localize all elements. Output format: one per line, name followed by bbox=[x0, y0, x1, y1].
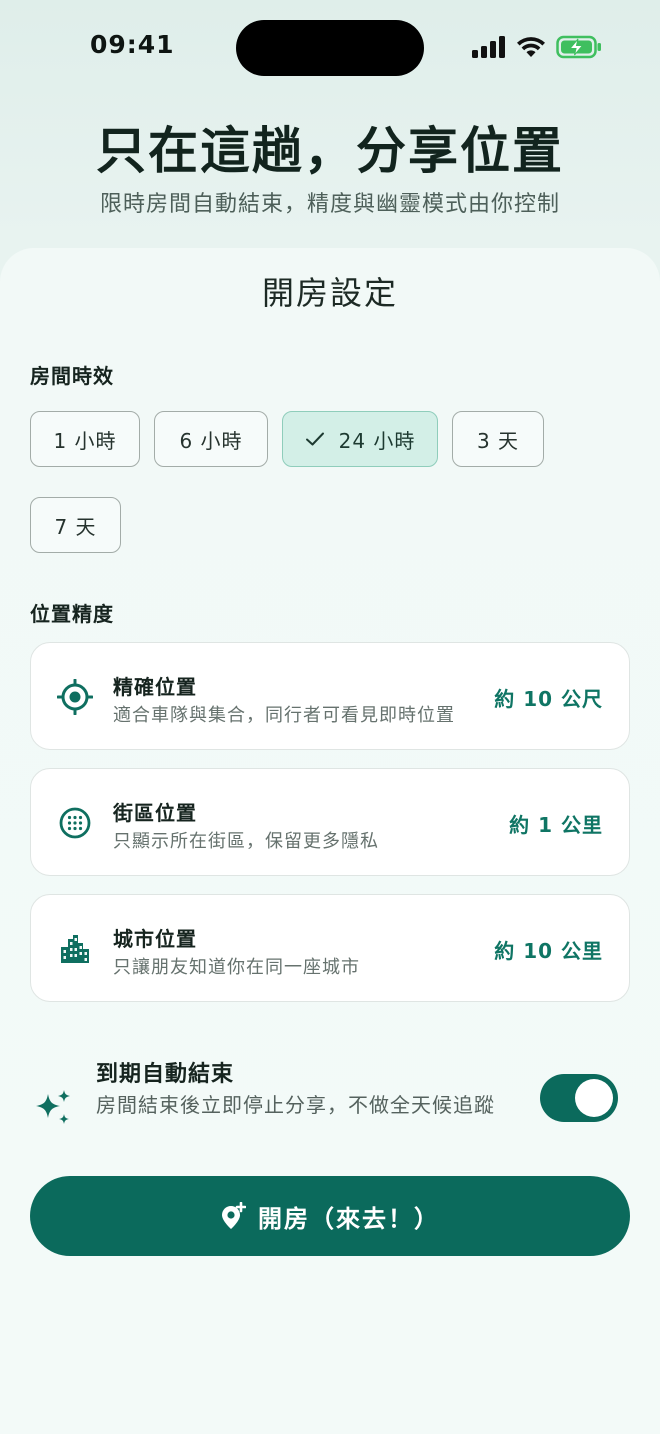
screen: 09:41 只在這趟，分享位置 限時房間自動結束，精度與幽靈模式由你控制 開房設… bbox=[0, 0, 660, 1434]
open-room-button[interactable]: 開房（來去！） bbox=[30, 1176, 630, 1256]
option-value: 約 1 公里 bbox=[509, 813, 603, 837]
precision-option-block[interactable]: 街區位置 只顯示所在街區，保留更多隱私 約 1 公里 bbox=[30, 768, 630, 876]
battery-charging-icon bbox=[556, 35, 602, 63]
wifi-icon bbox=[516, 36, 546, 62]
option-title: 城市位置 bbox=[113, 927, 197, 951]
signal-icon bbox=[472, 36, 506, 62]
chip-label: 1 小時 bbox=[53, 428, 117, 453]
option-value: 約 10 公里 bbox=[494, 939, 603, 963]
option-desc: 只讓朋友知道你在同一座城市 bbox=[113, 957, 360, 978]
room-settings-sheet: 開房設定 房間時效 1 小時 6 小時 24 小時 3 天 7 天 位置精度 精… bbox=[0, 248, 660, 1434]
duration-chip-7d[interactable]: 7 天 bbox=[30, 497, 121, 553]
hero-subtitle: 限時房間自動結束，精度與幽靈模式由你控制 bbox=[99, 192, 560, 217]
chip-label: 6 小時 bbox=[179, 428, 243, 453]
option-title: 精確位置 bbox=[113, 675, 197, 699]
option-title: 街區位置 bbox=[113, 801, 197, 825]
duration-label: 房間時效 bbox=[30, 364, 114, 388]
auto-end-title: 到期自動結束 bbox=[96, 1062, 235, 1087]
option-value: 約 10 公尺 bbox=[494, 687, 603, 711]
chip-label: 7 天 bbox=[54, 514, 97, 539]
option-desc: 只顯示所在街區，保留更多隱私 bbox=[113, 831, 379, 852]
duration-chip-6h[interactable]: 6 小時 bbox=[154, 411, 268, 467]
open-room-label: 開房（來去！） bbox=[258, 1204, 440, 1233]
dynamic-island bbox=[236, 20, 424, 76]
auto-end-row: 到期自動結束 房間結束後立即停止分享，不做全天候追蹤 bbox=[30, 1056, 630, 1156]
auto-end-toggle[interactable] bbox=[540, 1074, 618, 1122]
hero-title: 只在這趟，分享位置 bbox=[96, 122, 564, 180]
option-desc: 適合車隊與集合，同行者可看見即時位置 bbox=[113, 705, 455, 726]
city-icon bbox=[57, 931, 93, 967]
grid-circle-icon bbox=[57, 805, 93, 841]
precision-label: 位置精度 bbox=[30, 602, 114, 626]
check-icon bbox=[305, 431, 325, 447]
status-time: 09:41 bbox=[90, 30, 175, 59]
precision-option-exact[interactable]: 精確位置 適合車隊與集合，同行者可看見即時位置 約 10 公尺 bbox=[30, 642, 630, 750]
location-pin-add-icon bbox=[220, 1202, 246, 1230]
precision-option-city[interactable]: 城市位置 只讓朋友知道你在同一座城市 約 10 公里 bbox=[30, 894, 630, 1002]
chip-label: 24 小時 bbox=[338, 428, 416, 453]
chip-label: 3 天 bbox=[476, 428, 520, 453]
status-bar: 09:41 bbox=[0, 0, 660, 96]
toggle-knob bbox=[575, 1079, 613, 1117]
sparkle-icon bbox=[34, 1088, 74, 1128]
duration-chip-1h[interactable]: 1 小時 bbox=[30, 411, 140, 467]
sheet-title: 開房設定 bbox=[261, 274, 398, 312]
duration-chip-24h[interactable]: 24 小時 bbox=[282, 411, 438, 467]
auto-end-desc: 房間結束後立即停止分享，不做全天候追蹤 bbox=[96, 1093, 495, 1117]
duration-chip-3d[interactable]: 3 天 bbox=[452, 411, 544, 467]
status-icons bbox=[472, 34, 602, 64]
crosshair-icon bbox=[57, 679, 93, 715]
hero: 只在這趟，分享位置 限時房間自動結束，精度與幽靈模式由你控制 bbox=[0, 118, 660, 220]
